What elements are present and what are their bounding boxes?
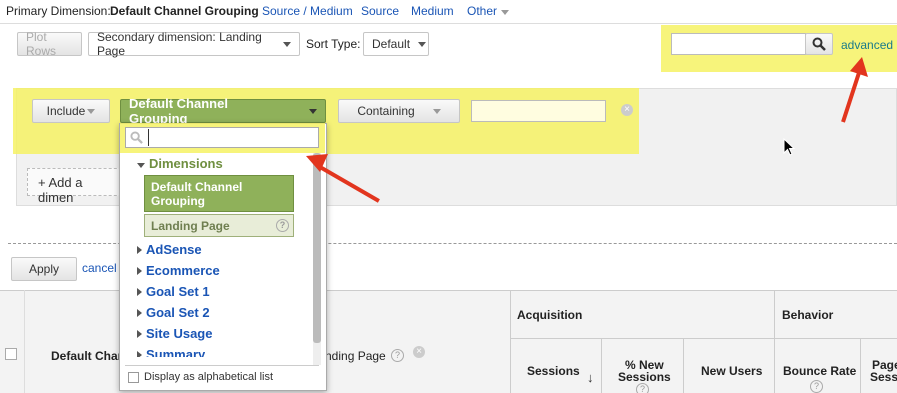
primary-dimension-bar: Primary Dimension: Default Channel Group… <box>0 0 897 24</box>
chevron-right-icon <box>137 246 142 254</box>
sort-down-arrow-icon: ↓ <box>587 370 594 385</box>
include-label: Include <box>46 104 86 118</box>
chevron-right-icon <box>137 330 142 338</box>
search-icon <box>812 37 826 51</box>
alphabetical-label: Display as alphabetical list <box>144 371 274 383</box>
new-sessions-col-border <box>683 338 684 393</box>
column-header-new-sessions-line2[interactable]: Sessions <box>618 370 671 384</box>
dropdown-group-adsense[interactable]: AdSense <box>137 242 202 257</box>
secondary-dimension-label: Secondary dimension: Landing Page <box>97 30 262 58</box>
plot-rows-label: Plot Rows <box>26 30 57 58</box>
chevron-down-icon <box>501 10 510 15</box>
group-label: Ecommerce <box>146 263 220 278</box>
dimensions-group-header[interactable]: Dimensions <box>137 156 223 171</box>
primary-dimension-selected: Default Channel Grouping <box>110 4 259 18</box>
group-label: Goal Set 1 <box>146 284 210 299</box>
dropdown-group-site-usage[interactable]: Site Usage <box>137 326 212 341</box>
chevron-right-icon <box>137 309 142 317</box>
column-header-bounce-rate[interactable]: Bounce Rate <box>783 364 856 378</box>
filter-dimension-select[interactable]: Default Channel Grouping <box>120 96 326 126</box>
chevron-down-icon <box>309 108 317 114</box>
behavior-header: Behavior <box>782 308 834 322</box>
primary-option-source[interactable]: Source <box>361 4 399 18</box>
bounce-col-border <box>860 338 861 393</box>
primary-option-other[interactable]: Other <box>467 4 510 18</box>
cancel-link[interactable]: cancel <box>82 261 117 275</box>
dropdown-group-ecommerce[interactable]: Ecommerce <box>137 263 220 278</box>
chevron-right-icon <box>137 267 142 275</box>
search-button[interactable] <box>805 33 833 55</box>
sort-type-select[interactable]: Default <box>363 32 429 56</box>
group-label: Goal Set 2 <box>146 305 210 320</box>
primary-option-medium[interactable]: Medium <box>411 4 454 18</box>
group-label: Site Usage <box>146 326 213 341</box>
include-select[interactable]: Include <box>32 99 110 123</box>
dropdown-item-landing-page[interactable]: Landing Page ? <box>144 214 294 237</box>
group-label: AdSense <box>146 242 202 257</box>
dimensions-group-label: Dimensions <box>149 156 223 171</box>
annotation-arrowhead-advanced <box>850 57 868 77</box>
annotation-arrowhead-dropdown <box>306 154 328 172</box>
column-header-pages-line2[interactable]: Sess <box>870 370 897 384</box>
column-header-landing-page[interactable]: nding Page <box>325 349 386 363</box>
primary-option-other-label: Other <box>467 4 498 18</box>
chevron-right-icon <box>137 288 142 296</box>
checkbox-column <box>0 290 25 393</box>
help-icon[interactable]: ? <box>636 383 649 393</box>
dropdown-group-goal-set-1[interactable]: Goal Set 1 <box>137 284 210 299</box>
chevron-down-icon <box>283 41 291 47</box>
advanced-link[interactable]: advanced <box>841 38 893 52</box>
chevron-down-icon <box>87 108 96 114</box>
apply-button[interactable]: Apply <box>11 257 77 281</box>
dropdown-search-input[interactable] <box>148 129 313 146</box>
dropdown-scrollbar[interactable] <box>313 153 321 365</box>
dropdown-item-default-channel-grouping[interactable]: Default Channel Grouping <box>144 175 294 212</box>
sessions-col-border <box>601 338 602 393</box>
select-all-checkbox[interactable] <box>5 348 17 360</box>
dropdown-search-box[interactable] <box>125 127 319 148</box>
search-icon <box>130 131 143 144</box>
apply-label: Apply <box>28 262 60 276</box>
plot-rows-button[interactable]: Plot Rows <box>17 30 82 58</box>
secondary-dimension-select[interactable]: Secondary dimension: Landing Page <box>88 30 300 58</box>
dropdown-group-goal-set-2[interactable]: Goal Set 2 <box>137 305 210 320</box>
alphabetical-checkbox[interactable] <box>128 372 139 383</box>
table-search-input[interactable] <box>671 33 806 55</box>
group-label: Summary <box>146 347 206 357</box>
dropdown-group-summary[interactable]: Summary <box>137 347 205 357</box>
dropdown-scrollbar-thumb[interactable] <box>313 153 321 343</box>
column-header-sessions[interactable]: Sessions <box>527 364 580 378</box>
chevron-down-icon <box>418 41 427 47</box>
dropdown-item-label: Default Channel Grouping <box>151 180 243 208</box>
match-type-select[interactable]: Containing <box>338 99 460 123</box>
chevron-down-icon <box>137 163 145 168</box>
remove-secondary-icon[interactable]: × <box>413 346 425 358</box>
mouse-cursor-icon <box>783 138 795 156</box>
column-header-new-users[interactable]: New Users <box>701 364 762 378</box>
match-type-label: Containing <box>357 104 415 118</box>
help-icon[interactable]: ? <box>276 219 289 232</box>
sort-type-value: Default <box>372 37 411 51</box>
help-icon[interactable]: ? <box>810 380 823 393</box>
acquisition-divider <box>510 338 897 339</box>
dropdown-item-label: Landing Page <box>151 219 230 233</box>
help-icon[interactable]: ? <box>391 349 404 362</box>
filter-value-input[interactable] <box>471 100 606 122</box>
add-dimension-button[interactable]: + Add a dimen <box>27 168 127 205</box>
chevron-right-icon <box>137 351 142 357</box>
filter-dimension-label: Default Channel Grouping <box>129 96 228 126</box>
primary-option-source-medium[interactable]: Source / Medium <box>262 4 353 18</box>
acquisition-header: Acquisition <box>517 308 583 322</box>
primary-dimension-label: Primary Dimension: <box>6 4 111 18</box>
chevron-down-icon <box>432 108 441 114</box>
dropdown-footer-divider <box>125 365 319 366</box>
remove-filter-icon[interactable]: × <box>621 104 633 116</box>
sort-type-label: Sort Type: <box>306 37 361 51</box>
